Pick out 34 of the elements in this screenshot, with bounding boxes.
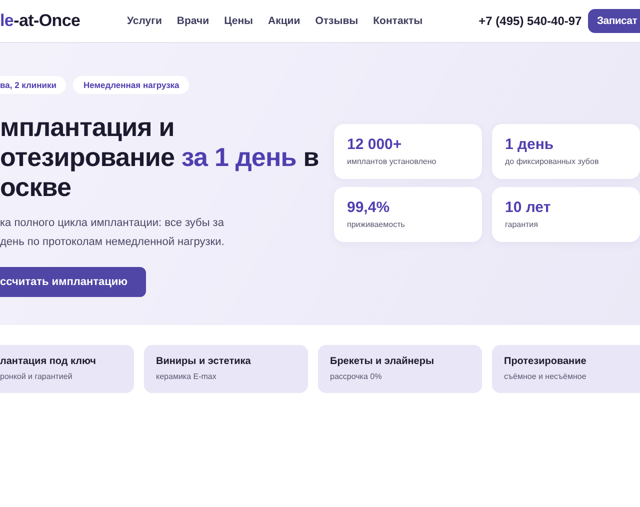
stat-value: 1 день [505,136,555,153]
hero-subtitle: ка полного цикла имплантации: все зубы за день по протоколам немедленной нагрузки. [0,216,226,250]
stat-label: приживаемость [347,220,406,229]
service-note: керамика E-max [156,372,218,381]
service-card[interactable]: лантация под ключ ронкой и гарантией [0,345,134,393]
service-title: лантация под ключ [0,356,97,367]
service-note: рассрочка 0% [330,372,383,381]
calculate-button[interactable]: ссчитать имплантацию [0,267,146,297]
nav-link[interactable]: Цены [224,15,254,27]
stat-label: имплантов установлено [347,157,438,166]
nav-link[interactable]: Услуги [127,15,162,27]
service-title: Протезирование [504,356,588,367]
service-note: съёмное и несъёмное [504,372,588,381]
hero-badge: Немедленная нагрузка [73,76,190,94]
stat-value: 99,4% [347,199,391,216]
logo[interactable]: le-at-Once [0,11,127,31]
hero-badge: ва, 2 клиники [0,76,66,94]
stat-value: 10 лет [505,199,552,216]
booking-button[interactable]: Записат [588,9,640,33]
nav-link[interactable]: Врачи [176,15,210,27]
nav-link[interactable]: Акции [268,15,300,27]
service-card[interactable]: Брекеты и элайнеры рассрочка 0% [318,345,482,393]
stat-label: до фиксированных зубов [505,157,600,166]
service-title: Виниры и эстетика [156,356,252,367]
hero-title: мплантация и отезирование за 1 день в оскве [0,112,320,202]
stat-label: гарантия [505,220,539,229]
service-card[interactable]: Протезирование съёмное и несъёмное [492,345,640,393]
phone-number[interactable]: +7 (495) 540-40-97 [478,14,582,28]
service-card[interactable]: Виниры и эстетика керамика E-max [144,345,308,393]
nav-link[interactable]: Контакты [373,15,423,27]
stat-value: 12 000+ [347,136,403,153]
service-note: ронкой и гарантией [0,372,74,381]
nav-link[interactable]: Отзывы [315,15,358,27]
service-title: Брекеты и элайнеры [330,356,436,367]
